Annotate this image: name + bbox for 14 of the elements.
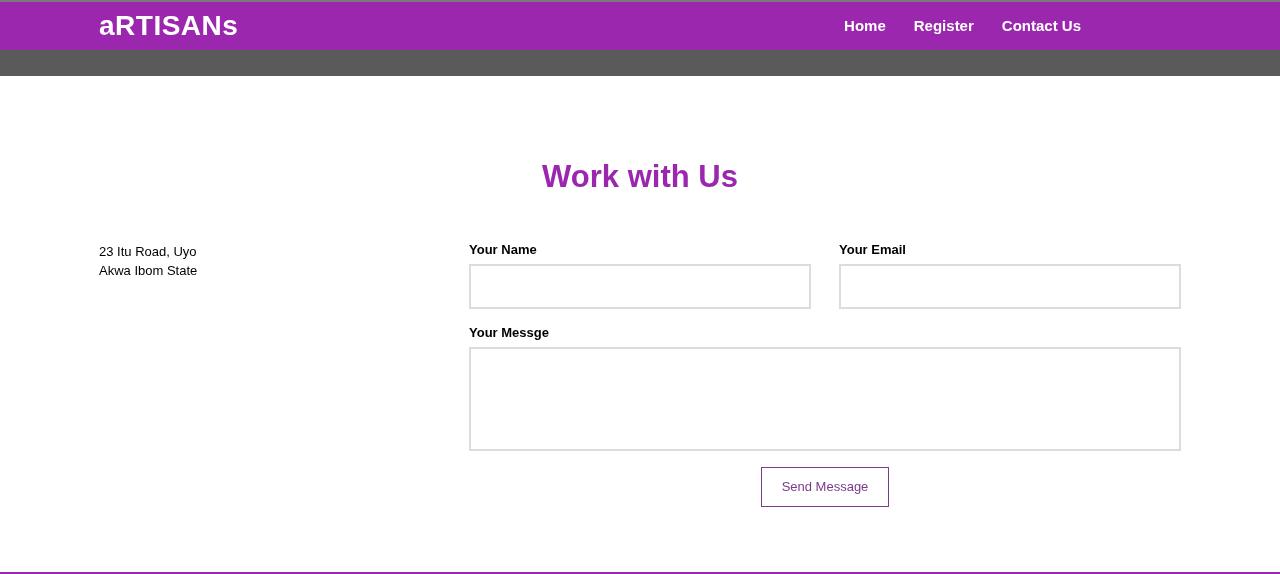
nav-link[interactable]: Home [844,14,886,38]
nav-link[interactable]: Register [913,14,974,38]
page-title: Work with Us [542,158,738,196]
input-field[interactable] [839,264,1181,309]
site-logo[interactable]: aRTISANs [99,5,239,47]
field-label: Your Name [469,242,538,258]
field-label: Your Messge [469,325,550,341]
message-field[interactable] [469,347,1181,451]
input-field[interactable] [469,264,811,309]
nav-link[interactable]: Contact Us [1001,14,1081,38]
send-message-button[interactable]: Send Message [761,467,889,507]
field-label: Your Email [839,242,907,258]
address-line: Akwa Ibom State [99,262,199,280]
address-line: 23 Itu Road, Uyo [99,243,198,261]
